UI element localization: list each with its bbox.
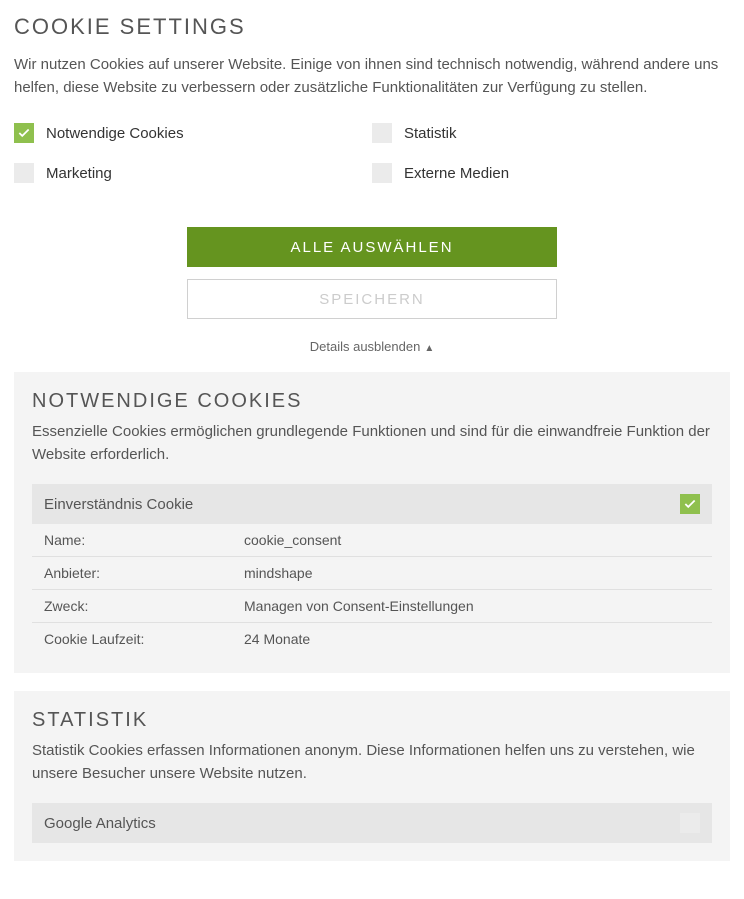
cookie-checkbox-consent[interactable]: [680, 494, 700, 514]
option-marketing: Marketing: [14, 163, 372, 183]
cookie-header-ga: Google Analytics: [32, 803, 712, 843]
cookie-key-name: Name:: [44, 532, 244, 548]
table-row: Zweck: Managen von Consent-Einstellungen: [32, 589, 712, 622]
check-icon: [683, 497, 697, 511]
section-statistics-desc: Statistik Cookies erfassen Informationen…: [32, 740, 712, 785]
option-label-necessary: Notwendige Cookies: [46, 125, 184, 142]
option-necessary: Notwendige Cookies: [14, 123, 372, 143]
cookie-key-purpose: Zweck:: [44, 598, 244, 614]
chevron-up-icon: ▲: [424, 343, 434, 354]
cookie-header-consent: Einverständnis Cookie: [32, 484, 712, 524]
option-statistics: Statistik: [372, 123, 730, 143]
check-icon: [17, 126, 31, 140]
select-all-button[interactable]: ALLE AUSWÄHLEN: [187, 227, 557, 267]
toggle-details-link[interactable]: Details ausblenden▲: [14, 339, 730, 354]
checkbox-marketing[interactable]: [14, 163, 34, 183]
cookie-title-ga: Google Analytics: [44, 815, 156, 832]
toggle-details-label: Details ausblenden: [310, 339, 421, 354]
save-button[interactable]: SPEICHERN: [187, 279, 557, 319]
cookie-key-provider: Anbieter:: [44, 565, 244, 581]
option-label-marketing: Marketing: [46, 165, 112, 182]
button-group: ALLE AUSWÄHLEN SPEICHERN: [14, 227, 730, 319]
dialog-title: COOKIE SETTINGS: [14, 14, 730, 40]
cookie-checkbox-ga[interactable]: [680, 813, 700, 833]
checkbox-necessary[interactable]: [14, 123, 34, 143]
section-necessary-title: NOTWENDIGE COOKIES: [32, 390, 712, 413]
cookie-table-consent: Name: cookie_consent Anbieter: mindshape…: [32, 524, 712, 655]
cookie-title-consent: Einverständnis Cookie: [44, 496, 193, 513]
table-row: Cookie Laufzeit: 24 Monate: [32, 622, 712, 655]
option-label-external: Externe Medien: [404, 165, 509, 182]
section-statistics-title: STATISTIK: [32, 709, 712, 732]
dialog-intro: Wir nutzen Cookies auf unserer Website. …: [14, 54, 730, 99]
checkbox-external[interactable]: [372, 163, 392, 183]
options-grid: Notwendige Cookies Statistik Marketing E…: [14, 123, 730, 203]
cookie-val-purpose: Managen von Consent-Einstellungen: [244, 598, 700, 614]
cookie-val-name: cookie_consent: [244, 532, 700, 548]
table-row: Name: cookie_consent: [32, 524, 712, 556]
section-necessary-desc: Essenzielle Cookies ermöglichen grundleg…: [32, 421, 712, 466]
cookie-key-duration: Cookie Laufzeit:: [44, 631, 244, 647]
table-row: Anbieter: mindshape: [32, 556, 712, 589]
section-statistics: STATISTIK Statistik Cookies erfassen Inf…: [14, 691, 730, 861]
cookie-val-provider: mindshape: [244, 565, 700, 581]
option-label-statistics: Statistik: [404, 125, 457, 142]
option-external: Externe Medien: [372, 163, 730, 183]
section-necessary: NOTWENDIGE COOKIES Essenzielle Cookies e…: [14, 372, 730, 673]
cookie-val-duration: 24 Monate: [244, 631, 700, 647]
checkbox-statistics[interactable]: [372, 123, 392, 143]
